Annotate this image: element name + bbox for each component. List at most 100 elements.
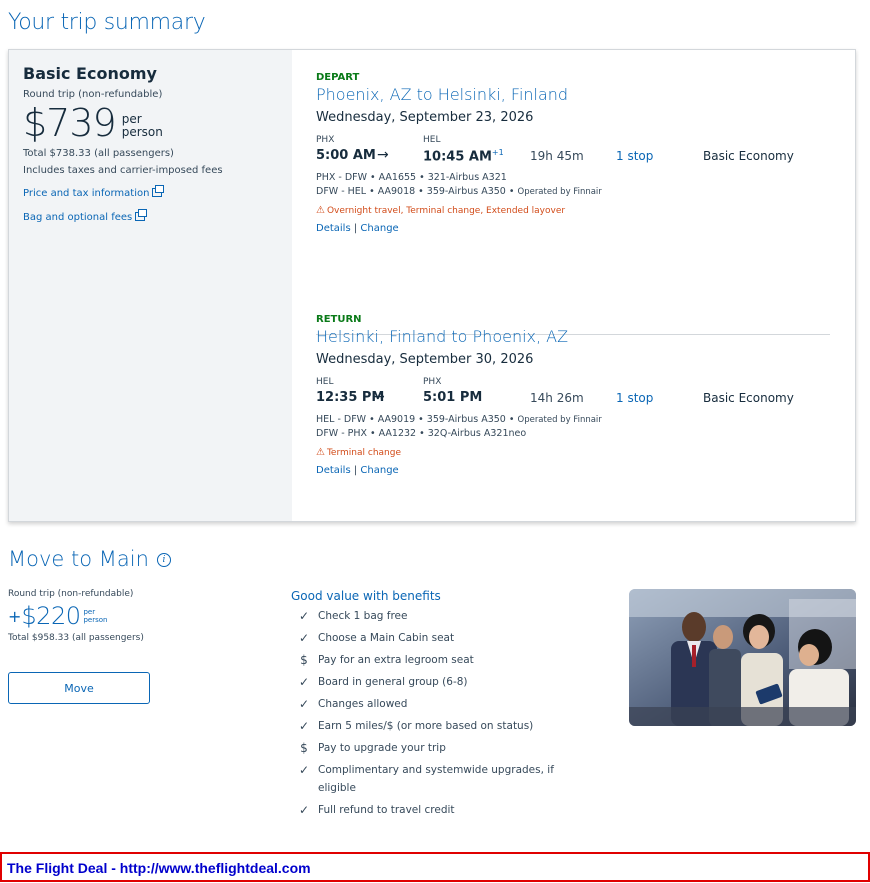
leg-text: DFW - PHX • AA1232 • 32Q-Airbus A321neo [316,428,527,439]
person-label: person [83,616,108,624]
leg-info: HEL - DFW • AA9019 • 359-Airbus A350 • O… [316,414,836,425]
fare-includes: Includes taxes and carrier-imposed fees [23,165,223,176]
move-title-text: Move to Main [8,547,149,571]
move-section-title: Move to Main i [8,547,171,571]
bag-fees-link[interactable]: Bag and optional fees [23,205,278,224]
depart-route: Phoenix, AZ to Helsinki, Finland [316,85,569,104]
stops-link[interactable]: 1 stop [616,391,653,405]
dollar-icon: $ [300,653,308,667]
price-tax-link[interactable]: Price and tax information [23,181,278,200]
cabin-class: Basic Economy [703,149,794,163]
arrow-right-icon: → [377,147,389,163]
benefit-text: Complimentary and systemwide upgrades, i… [318,764,554,794]
benefit-item: $ Pay to upgrade your trip [291,739,561,757]
check-icon: ✓ [298,803,310,817]
move-button[interactable]: Move [8,672,150,704]
bag-fees-link-label[interactable]: Bag and optional fees [23,212,132,223]
leg-info: DFW - PHX • AA1232 • 32Q-Airbus A321neo [316,428,836,439]
fare-price: $739 [23,101,117,145]
check-icon: ✓ [298,697,310,711]
depart-segment: DEPART Phoenix, AZ to Helsinki, Finland … [316,72,836,234]
trip-type: Round trip (non-refundable) [23,89,163,100]
benefit-text: Pay to upgrade your trip [318,742,446,754]
fare-name: Basic Economy [23,64,157,83]
leg-text: HEL - DFW • AA9019 • 359-Airbus A350 • [316,414,518,425]
check-icon: ✓ [298,609,310,623]
move-price: $220 [21,602,81,630]
warning-text: Terminal change [326,448,401,458]
benefit-item: ✓ Board in general group (6-8) [291,673,561,691]
move-price-panel: Round trip (non-refundable) + $220 per pe… [8,589,268,643]
return-segment: RETURN Helsinki, Finland to Phoenix, AZ … [316,314,836,476]
warning-icon: ⚠ [316,205,325,216]
move-price-row: + $220 per person [8,603,268,629]
depart-date: Wednesday, September 23, 2026 [316,110,534,125]
benefits-list: Good value with benefits ✓ Check 1 bag fr… [291,589,561,819]
price-tax-link-label[interactable]: Price and tax information [23,188,149,199]
details-link[interactable]: Details [316,465,351,476]
per-label: per [121,112,142,126]
page-title: Your trip summary [8,10,206,35]
move-trip-type: Round trip (non-refundable) [8,589,134,599]
arrival-time: 10:45 AM+1 [423,148,504,164]
depart-tag: DEPART [316,72,360,83]
external-link-icon [135,209,148,221]
benefit-item: $ Pay for an extra legroom seat [291,651,561,669]
arrow-right-icon: → [373,389,385,405]
check-icon: ✓ [298,675,310,689]
benefit-text: Choose a Main Cabin seat [318,632,455,644]
change-link[interactable]: Change [360,223,398,234]
origin-code: HEL [316,377,334,387]
return-times: HEL PHX 12:35 PM → 5:01 PM 14h 26m 1 sto… [316,377,836,411]
cabin-class: Basic Economy [703,391,794,405]
cabin-photo-illustration [629,589,856,726]
benefit-item: ✓ Complimentary and systemwide upgrades, … [291,761,561,797]
arrival-time: 5:01 PM [423,390,483,405]
leg-info: PHX - DFW • AA1655 • 321-Airbus A321 [316,172,836,183]
plus-sign: + [8,606,22,626]
arrival-time-label: 10:45 AM [423,149,492,165]
leg-info: DFW - HEL • AA9018 • 359-Airbus A350 • O… [316,186,836,197]
benefit-item: ✓ Choose a Main Cabin seat [291,629,561,647]
footer-banner: The Flight Deal - http://www.theflightde… [0,852,870,882]
footer-text[interactable]: The Flight Deal - http://www.theflightde… [7,860,311,876]
benefit-text: Check 1 bag free [318,610,408,622]
trip-warning: ⚠ Overnight travel, Terminal change, Exte… [316,205,836,216]
benefit-item: ✓ Changes allowed [291,695,561,713]
fare-total: Total $738.33 (all passengers) [23,148,174,159]
benefits-title: Good value with benefits [291,589,441,603]
segment-links: Details | Change [316,223,836,234]
cabin-photo [629,589,856,726]
check-icon: ✓ [298,719,310,733]
check-icon: ✓ [298,763,310,777]
return-route: Helsinki, Finland to Phoenix, AZ [316,327,569,346]
change-link[interactable]: Change [360,465,398,476]
link-separator: | [353,465,358,476]
trip-summary-card: Basic Economy Round trip (non-refundable… [8,49,856,522]
destination-code: HEL [423,135,441,145]
trip-warning: ⚠ Terminal change [316,447,836,458]
warning-text: Overnight travel, Terminal change, Exten… [326,206,566,216]
move-per-person: per person [83,608,107,624]
origin-code: PHX [316,135,335,145]
benefit-text: Pay for an extra legroom seat [318,654,474,666]
destination-code: PHX [423,377,442,387]
dollar-icon: $ [300,741,308,755]
external-link-icon [152,185,165,197]
link-separator: | [353,223,358,234]
info-icon[interactable]: i [156,553,171,567]
details-link[interactable]: Details [316,223,351,234]
benefit-text: Full refund to travel credit [318,804,455,816]
leg-text: DFW - HEL • AA9018 • 359-Airbus A350 • [316,186,518,197]
benefit-item: ✓ Earn 5 miles/$ (or more based on status… [291,717,561,735]
stops-link[interactable]: 1 stop [616,149,653,163]
price-per-person: per person [122,113,163,142]
depart-times: PHX HEL 5:00 AM → 10:45 AM+1 19h 45m 1 s… [316,135,836,169]
benefit-text: Earn 5 miles/$ (or more based on status) [318,720,534,732]
person-label: person [121,125,163,139]
segment-links: Details | Change [316,465,836,476]
benefit-text: Changes allowed [318,698,408,710]
day-offset: +1 [491,148,504,157]
operated-by: Operated by Finnair [517,187,602,197]
return-date: Wednesday, September 30, 2026 [316,352,534,367]
